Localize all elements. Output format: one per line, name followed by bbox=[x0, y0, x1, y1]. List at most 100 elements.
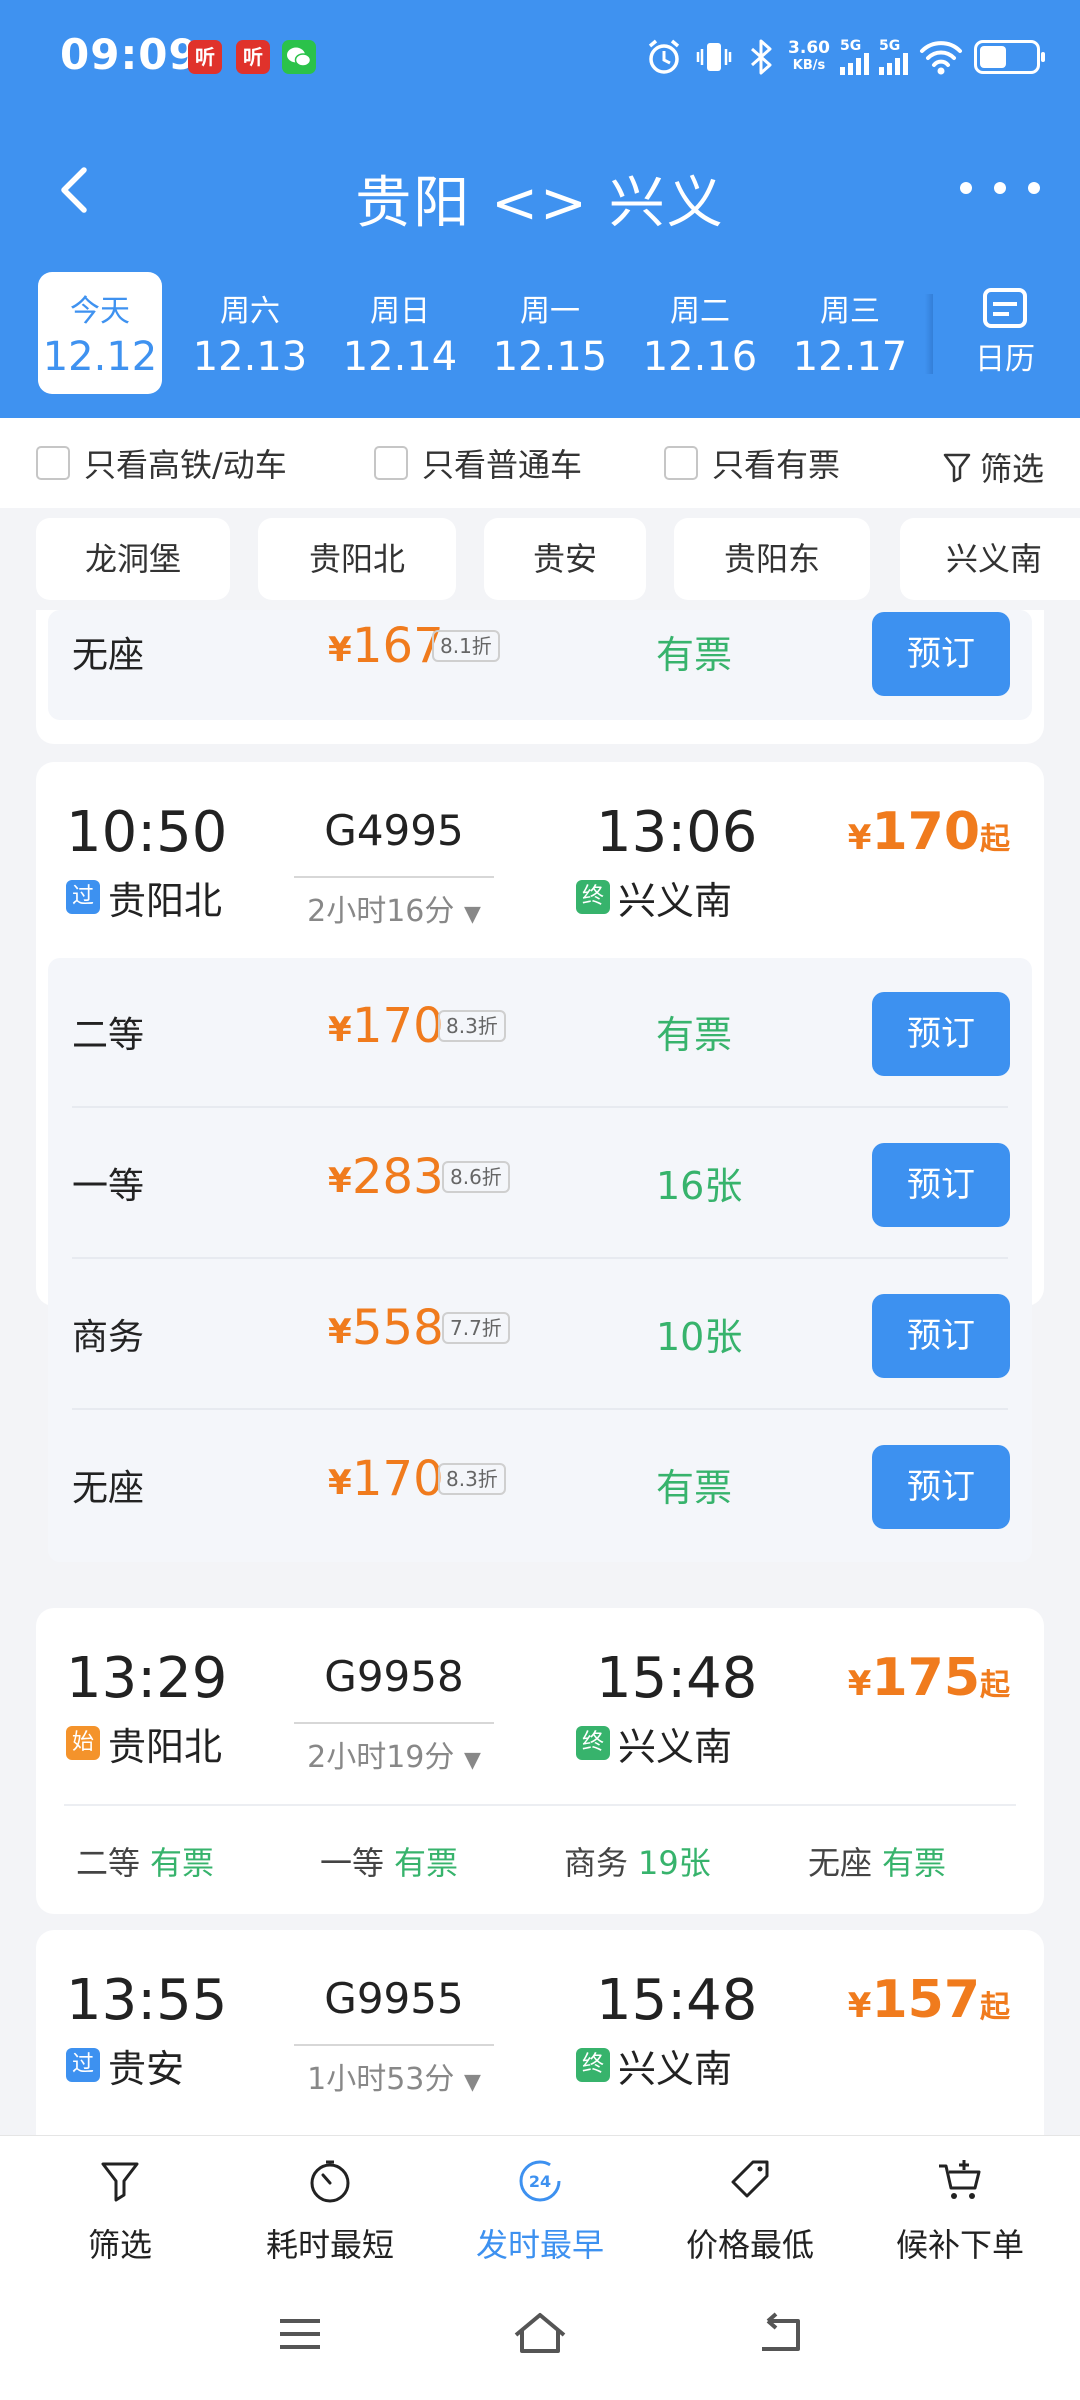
departure-station: 贵阳北 bbox=[108, 879, 223, 923]
discount-badge: 8.1折 bbox=[432, 630, 500, 662]
seat-class: 二等 bbox=[72, 1015, 145, 1056]
book-button[interactable]: 预订 bbox=[872, 992, 1010, 1076]
checkbox[interactable] bbox=[36, 446, 70, 480]
station-chip[interactable]: 兴义南 bbox=[900, 518, 1080, 600]
funnel-icon bbox=[101, 2162, 139, 2202]
station-chip[interactable]: 贵阳东 bbox=[674, 518, 870, 600]
seat-price: 167 bbox=[352, 618, 444, 674]
train-number: G9958 bbox=[324, 1652, 464, 1701]
terminal-tag: 终 bbox=[576, 1726, 610, 1760]
duration[interactable]: 2小时16分 ▼ bbox=[294, 876, 494, 930]
signal-5g-icon: 5G bbox=[840, 39, 869, 75]
arrival-station: 兴义南 bbox=[618, 879, 733, 923]
train-info[interactable]: 13:55 G9955 1小时53分 ▼ 15:48 过 贵安 终 兴义南 ¥1… bbox=[36, 1930, 1044, 2120]
price-tag-icon bbox=[731, 2160, 769, 2198]
origin-tag: 始 bbox=[66, 1726, 100, 1760]
departure-station: 贵安 bbox=[108, 2047, 185, 2091]
route-title: 贵阳 <> 兴义 bbox=[355, 171, 725, 236]
date-tab[interactable]: 周六 12.13 bbox=[188, 272, 312, 394]
arrival-station: 兴义南 bbox=[618, 1725, 733, 1769]
network-speed: 3.60 KB/s bbox=[788, 38, 830, 73]
lowest-price: ¥175起 bbox=[847, 1648, 1010, 1708]
filter-button[interactable]: 筛选 bbox=[942, 444, 1044, 490]
seat-class: 无座 bbox=[72, 635, 145, 676]
vibrate-icon bbox=[696, 43, 732, 71]
wechat-icon bbox=[282, 40, 316, 74]
currency-symbol: ¥ bbox=[328, 1312, 352, 1352]
terminal-tag: 终 bbox=[576, 880, 610, 914]
seat-price: 283 bbox=[352, 1149, 444, 1205]
book-button[interactable]: 预订 bbox=[872, 1445, 1010, 1529]
normal-train-only-checkbox[interactable]: 只看普通车 bbox=[374, 444, 582, 484]
svg-text:24: 24 bbox=[529, 2172, 551, 2191]
seat-summary-item: 二等 有票 bbox=[76, 1844, 215, 1882]
listen-app-icon: 听 bbox=[188, 40, 222, 74]
terminal-tag: 终 bbox=[576, 2048, 610, 2082]
more-menu-icon[interactable] bbox=[960, 168, 1040, 208]
train-card[interactable]: 13:55 G9955 1小时53分 ▼ 15:48 过 贵安 终 兴义南 ¥1… bbox=[36, 1930, 1044, 2135]
train-number: G4995 bbox=[324, 806, 464, 855]
seat-class: 商务 bbox=[72, 1317, 145, 1358]
divider bbox=[72, 1408, 1008, 1410]
high-speed-only-checkbox[interactable]: 只看高铁/动车 bbox=[36, 444, 287, 484]
seat-price: 558 bbox=[352, 1300, 444, 1356]
date-tab-today[interactable]: 今天 12.12 bbox=[38, 272, 162, 394]
discount-badge: 8.6折 bbox=[442, 1161, 510, 1193]
calendar-button[interactable]: 日历 bbox=[955, 284, 1055, 384]
checkbox[interactable] bbox=[374, 446, 408, 480]
available-only-checkbox[interactable]: 只看有票 bbox=[664, 444, 840, 484]
currency-symbol: ¥ bbox=[328, 1010, 352, 1050]
seat-options: 二等 ¥ 170 8.3折 有票 预订 一等 ¥ 283 8.6折 16张 预订… bbox=[48, 958, 1032, 1562]
divider bbox=[72, 1106, 1008, 1108]
departure-time: 10:50 bbox=[66, 800, 228, 865]
seat-availability: 有票 bbox=[656, 1013, 733, 1057]
train-card[interactable]: 10:50 G4995 2小时16分 ▼ 13:06 过 贵阳北 终 兴义南 ¥… bbox=[36, 762, 1044, 1562]
book-button[interactable]: 预订 bbox=[872, 1143, 1010, 1227]
date-tab[interactable]: 周日 12.14 bbox=[338, 272, 462, 394]
checkbox[interactable] bbox=[664, 446, 698, 480]
stopwatch-icon bbox=[310, 2160, 350, 2203]
filter-bar: 只看高铁/动车 只看普通车 只看有票 筛选 bbox=[0, 418, 1080, 508]
departure-time: 13:55 bbox=[66, 1968, 228, 2033]
seat-price: 170 bbox=[352, 998, 444, 1054]
tab-shortest-duration[interactable]: 耗时最短 bbox=[230, 2136, 430, 2266]
discount-badge: 7.7折 bbox=[442, 1312, 510, 1344]
discount-badge: 8.3折 bbox=[438, 1463, 506, 1495]
seat-availability: 16张 bbox=[656, 1164, 743, 1208]
arrival-time: 15:48 bbox=[596, 1968, 758, 2033]
home-icon[interactable] bbox=[510, 2309, 570, 2359]
train-list: 无座 ¥ 167 8.1折 有票 预订 10:50 G4995 2小时16分 ▼… bbox=[0, 610, 1080, 2135]
train-info[interactable]: 10:50 G4995 2小时16分 ▼ 13:06 过 贵阳北 终 兴义南 ¥… bbox=[36, 762, 1044, 952]
station-chip[interactable]: 贵阳北 bbox=[258, 518, 456, 600]
duration[interactable]: 2小时19分 ▼ bbox=[294, 1722, 494, 1776]
date-tab[interactable]: 周二 12.16 bbox=[638, 272, 762, 394]
date-tab[interactable]: 周一 12.15 bbox=[488, 272, 612, 394]
divider bbox=[72, 1257, 1008, 1259]
tab-earliest-departure[interactable]: 24 发时最早 bbox=[440, 2136, 640, 2266]
train-card[interactable]: 13:29 G9958 2小时19分 ▼ 15:48 始 贵阳北 终 兴义南 ¥… bbox=[36, 1608, 1044, 1914]
divider bbox=[925, 294, 933, 374]
station-chip[interactable]: 贵安 bbox=[484, 518, 646, 600]
chevron-down-icon: ▼ bbox=[463, 902, 481, 927]
duration[interactable]: 1小时53分 ▼ bbox=[294, 2044, 494, 2098]
station-chip[interactable]: 龙洞堡 bbox=[36, 518, 230, 600]
date-tab[interactable]: 周三 12.17 bbox=[788, 272, 912, 394]
wifi-icon bbox=[920, 41, 962, 75]
back-icon[interactable] bbox=[750, 2309, 810, 2359]
book-button[interactable]: 预订 bbox=[872, 1294, 1010, 1378]
battery-icon bbox=[974, 40, 1045, 74]
tab-filter[interactable]: 筛选 bbox=[20, 2136, 220, 2266]
menu-icon[interactable] bbox=[270, 2309, 330, 2359]
currency-symbol: ¥ bbox=[328, 630, 352, 670]
currency-symbol: ¥ bbox=[328, 1463, 352, 1503]
arrival-time: 15:48 bbox=[596, 1646, 758, 1711]
arrival-time: 13:06 bbox=[596, 800, 758, 865]
status-bar: 09:09 听 听 3.60 KB/s 5G 5G bbox=[0, 0, 1080, 110]
tab-waitlist-order[interactable]: 候补下单 bbox=[860, 2136, 1060, 2266]
book-button[interactable]: 预订 bbox=[872, 612, 1010, 696]
departure-station: 贵阳北 bbox=[108, 1725, 223, 1769]
pass-through-tag: 过 bbox=[66, 880, 100, 914]
seat-class: 无座 bbox=[72, 1468, 145, 1509]
tab-lowest-price[interactable]: 价格最低 bbox=[650, 2136, 850, 2266]
train-info[interactable]: 13:29 G9958 2小时19分 ▼ 15:48 始 贵阳北 终 兴义南 ¥… bbox=[36, 1608, 1044, 1798]
